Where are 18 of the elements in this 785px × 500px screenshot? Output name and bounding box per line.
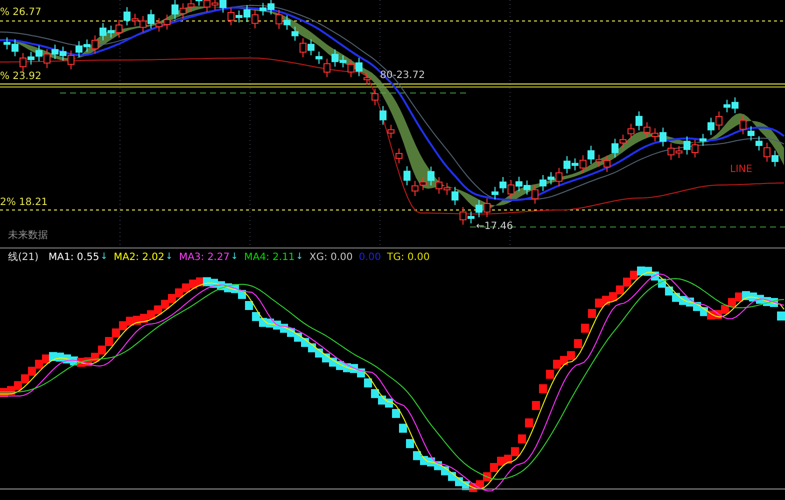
indicator-value: MA3: 2.27 — [178, 252, 230, 262]
indicator-title: 线(21) — [8, 250, 39, 264]
indicator-value: 0.00 — [358, 252, 382, 262]
indicator-value: TG: 0.00 — [387, 252, 430, 262]
trend-arrow: ↓ — [100, 252, 108, 262]
trend-arrow: ↓ — [230, 252, 238, 262]
indicator-value: MA4: 2.11 — [244, 252, 295, 262]
indicator-value: XG: 0.00 — [309, 252, 353, 262]
price-marker-label: ←17.46 — [476, 221, 514, 233]
trend-arrow: ↓ — [296, 252, 304, 262]
price-marker-label: LINE — [730, 164, 752, 176]
note-text: 未来数据 — [8, 230, 48, 242]
price-level-label: % 26.77 — [0, 7, 42, 19]
price-level-label: % 23.92 — [0, 71, 42, 83]
trend-arrow: ↓ — [165, 252, 173, 262]
indicator-value: MA1: 0.55 — [48, 252, 100, 262]
indicator-value: MA2: 2.02 — [114, 252, 164, 262]
price-level-label: 2% 18.21 — [0, 197, 48, 209]
